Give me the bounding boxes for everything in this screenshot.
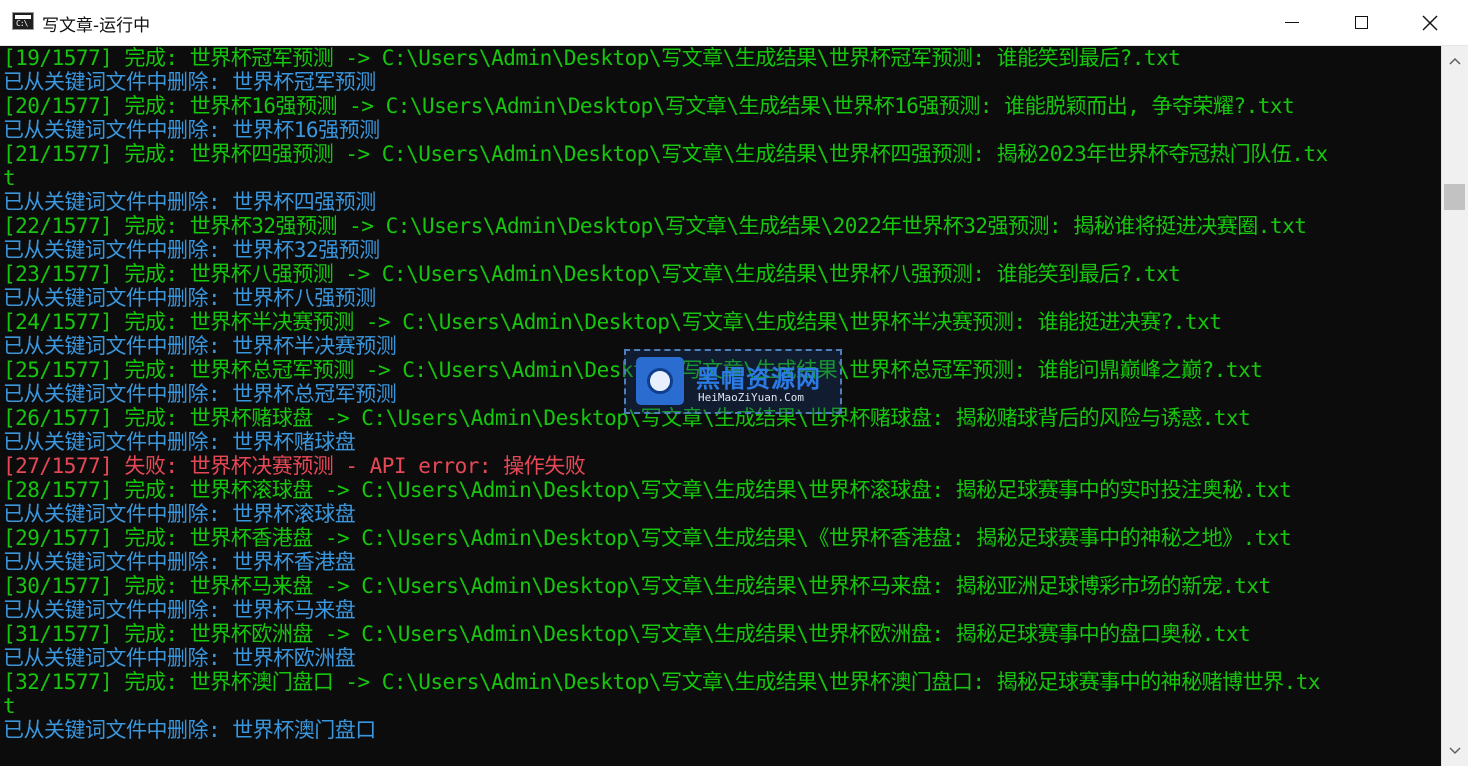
- console-line: [22/1577] 完成: 世界杯32强预测 -> C:\Users\Admin…: [3, 214, 1307, 238]
- close-icon: [1422, 15, 1438, 30]
- console-line: 已从关键词文件中删除: 世界杯赌球盘: [3, 430, 356, 454]
- scroll-down-button[interactable]: [1442, 738, 1468, 764]
- console-line: 已从关键词文件中删除: 世界杯32强预测: [3, 238, 380, 262]
- title-bar[interactable]: C:\ 写文章-运行中: [0, 0, 1468, 46]
- console-line: [20/1577] 完成: 世界杯16强预测 -> C:\Users\Admin…: [3, 94, 1295, 118]
- watermark-title: 黑帽资源网: [696, 365, 821, 393]
- window-title: 写文章-运行中: [42, 16, 151, 36]
- console-line: [21/1577] 完成: 世界杯四强预测 -> C:\Users\Admin\…: [3, 142, 1328, 166]
- console-line: 已从关键词文件中删除: 世界杯冠军预测: [3, 70, 376, 94]
- console-line: 已从关键词文件中删除: 世界杯四强预测: [3, 190, 376, 214]
- console-line: [29/1577] 完成: 世界杯香港盘 -> C:\Users\Admin\D…: [3, 526, 1292, 550]
- watermark-badge-icon: [636, 357, 684, 405]
- chevron-down-icon: [1449, 747, 1461, 755]
- console-line: [27/1577] 失败: 世界杯决赛预测 - API error: 操作失败: [3, 454, 586, 478]
- console-app-icon-label: C:\: [16, 19, 28, 28]
- console-line: 已从关键词文件中删除: 世界杯欧洲盘: [3, 646, 356, 670]
- console-line: 已从关键词文件中删除: 世界杯八强预测: [3, 286, 376, 310]
- console-line: [32/1577] 完成: 世界杯澳门盘口 -> C:\Users\Admin\…: [3, 670, 1321, 694]
- watermark-logo: 黑帽资源网 HeiMaoZiYuan.Com: [624, 349, 842, 414]
- maximize-icon: [1354, 16, 1368, 29]
- minimize-icon: [1285, 21, 1299, 24]
- console-line: [28/1577] 完成: 世界杯滚球盘 -> C:\Users\Admin\D…: [3, 478, 1292, 502]
- console-line: 已从关键词文件中删除: 世界杯总冠军预测: [3, 382, 397, 406]
- chevron-up-icon: [1449, 57, 1461, 65]
- console-line: t: [3, 166, 16, 190]
- console-line: [19/1577] 完成: 世界杯冠军预测 -> C:\Users\Admin\…: [3, 46, 1181, 70]
- scroll-up-button[interactable]: [1442, 48, 1468, 74]
- console-line: [31/1577] 完成: 世界杯欧洲盘 -> C:\Users\Admin\D…: [3, 622, 1251, 646]
- console-line: 已从关键词文件中删除: 世界杯16强预测: [3, 118, 380, 142]
- console-line: [24/1577] 完成: 世界杯半决赛预测 -> C:\Users\Admin…: [3, 310, 1222, 334]
- console-line: 已从关键词文件中删除: 世界杯滚球盘: [3, 502, 356, 526]
- watermark-subtitle: HeiMaoZiYuan.Com: [698, 391, 804, 404]
- close-button[interactable]: [1407, 0, 1453, 45]
- maximize-button[interactable]: [1338, 0, 1384, 45]
- console-line: t: [3, 694, 16, 718]
- console-app-icon[interactable]: C:\: [12, 12, 34, 30]
- console-line: [30/1577] 完成: 世界杯马来盘 -> C:\Users\Admin\D…: [3, 574, 1271, 598]
- vertical-scrollbar[interactable]: [1441, 46, 1468, 766]
- console-line: 已从关键词文件中删除: 世界杯马来盘: [3, 598, 356, 622]
- console-window: C:\ 写文章-运行中 [19/1577] 完成: 世界杯冠军预测 -> C:\…: [0, 0, 1468, 766]
- scroll-thumb[interactable]: [1444, 184, 1465, 210]
- console-line: 已从关键词文件中删除: 世界杯半决赛预测: [3, 334, 397, 358]
- minimize-button[interactable]: [1269, 0, 1315, 45]
- console-line: [23/1577] 完成: 世界杯八强预测 -> C:\Users\Admin\…: [3, 262, 1181, 286]
- console-line: 已从关键词文件中删除: 世界杯香港盘: [3, 550, 356, 574]
- console-line: 已从关键词文件中删除: 世界杯澳门盘口: [3, 718, 376, 742]
